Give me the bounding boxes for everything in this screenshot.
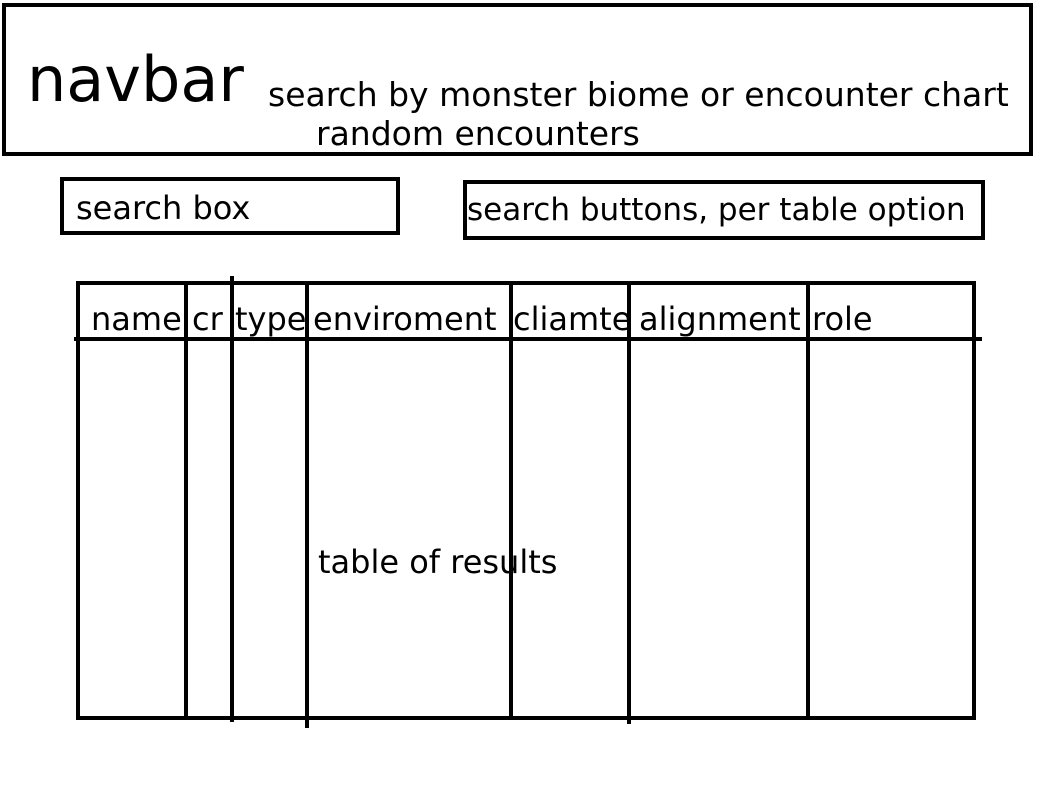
column-divider-type-enviroment xyxy=(305,284,309,728)
column-header-cr[interactable]: cr xyxy=(192,297,223,341)
column-header-role[interactable]: role xyxy=(812,297,873,341)
navbar-description-search-options[interactable]: search by monster biome or encounter cha… xyxy=(268,75,1009,115)
navbar-title[interactable]: navbar xyxy=(27,43,244,117)
navbar-description-random-encounters[interactable]: random encounters xyxy=(316,114,640,154)
column-divider-cliamte-alignment xyxy=(627,284,631,724)
table-of-results-placeholder: table of results xyxy=(318,543,558,581)
results-table xyxy=(76,281,976,720)
search-box[interactable] xyxy=(60,177,400,235)
column-header-enviroment[interactable]: enviroment xyxy=(313,297,497,341)
column-header-type[interactable]: type xyxy=(235,297,306,341)
column-header-alignment[interactable]: alignment xyxy=(639,297,801,341)
navbar: navbar search by monster biome or encoun… xyxy=(2,3,1033,156)
column-divider-alignment-role xyxy=(806,284,810,720)
column-header-name[interactable]: name xyxy=(91,297,182,341)
column-divider-name-cr xyxy=(184,281,188,720)
search-input[interactable] xyxy=(64,181,396,231)
search-buttons-per-table-option[interactable]: search buttons, per table option xyxy=(463,180,985,240)
column-divider-cr-type xyxy=(230,276,234,722)
column-divider-enviroment-cliamte xyxy=(509,284,513,720)
column-header-cliamte[interactable]: cliamte xyxy=(513,297,631,341)
